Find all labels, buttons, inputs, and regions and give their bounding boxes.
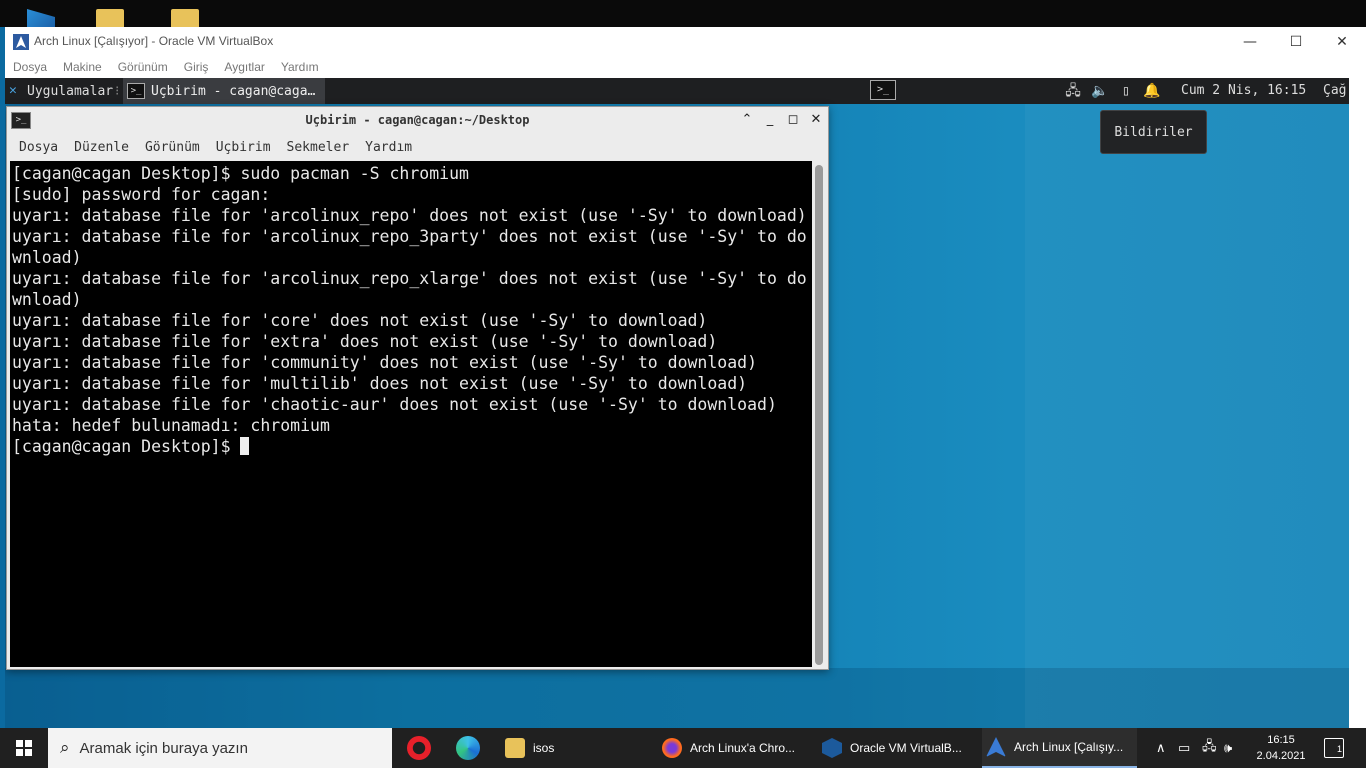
edge-icon[interactable] xyxy=(456,736,480,760)
notifications-tooltip: Bildiriler xyxy=(1100,110,1207,154)
panel-user[interactable]: Çağ xyxy=(1323,83,1346,98)
terminal-close-button[interactable]: ✕ xyxy=(807,111,825,129)
action-center-icon[interactable]: 1 xyxy=(1324,738,1344,758)
close-button[interactable]: ✕ xyxy=(1319,27,1365,57)
terminal-prompt: [cagan@cagan Desktop]$ xyxy=(12,437,241,456)
opera-icon[interactable] xyxy=(407,736,431,760)
vbox-menu-makine[interactable]: Makine xyxy=(55,57,110,78)
network-icon[interactable]: 🖧 xyxy=(1202,728,1220,768)
terminal-title: Uçbirim - cagan@cagan:~/Desktop xyxy=(305,113,530,127)
firefox-icon xyxy=(662,738,682,758)
taskbar-item-label: isos xyxy=(533,741,555,755)
term-menu-duzenle[interactable]: Düzenle xyxy=(66,137,137,159)
volume-icon[interactable]: 🕪 xyxy=(1224,728,1242,768)
windows-logo-icon xyxy=(16,740,32,756)
terminal-cursor xyxy=(240,437,250,455)
terminal-line: uyarı: database file for 'chaotic-aur' d… xyxy=(12,395,777,414)
vbox-titlebar[interactable]: Arch Linux [Çalışıyor] - Oracle VM Virtu… xyxy=(5,27,1366,57)
arch-logo-icon xyxy=(13,34,29,50)
windows-taskbar: ⌕ Aramak için buraya yazın isos Arch Lin… xyxy=(0,728,1366,768)
start-button[interactable] xyxy=(0,728,48,768)
term-menu-sekmeler[interactable]: Sekmeler xyxy=(279,137,358,159)
vbox-scroll-strip xyxy=(1349,78,1361,728)
taskbar-item-isos[interactable]: isos xyxy=(505,728,655,768)
applications-menu-button[interactable]: ✕ Uygulamalar ⁝ xyxy=(5,78,123,104)
shade-button[interactable]: ⌃ xyxy=(738,111,756,129)
terminal-line: uyarı: database file for 'arcolinux_repo… xyxy=(12,227,807,246)
xfce-menu-icon: ✕ xyxy=(9,83,17,98)
minimize-button[interactable]: — xyxy=(1227,27,1273,57)
terminal-maximize-button[interactable]: ◻ xyxy=(784,111,802,129)
search-box[interactable]: ⌕ Aramak için buraya yazın xyxy=(48,728,392,768)
vbox-menubar: Dosya Makine Görünüm Giriş Aygıtlar Yard… xyxy=(5,57,1366,78)
task-label: Uçbirim - cagan@caga… xyxy=(151,83,316,99)
terminal-minimize-button[interactable]: _ xyxy=(761,111,779,129)
notifications-bell-icon[interactable]: 🔔 xyxy=(1143,82,1161,100)
battery-icon[interactable]: ▭ xyxy=(1178,728,1196,768)
volume-muted-icon[interactable]: 🔈 xyxy=(1091,82,1109,100)
taskbar-clock[interactable]: 16:15 2.04.2021 xyxy=(1251,732,1311,764)
vbox-menu-yardim[interactable]: Yardım xyxy=(273,57,327,78)
terminal-output[interactable]: [cagan@cagan Desktop]$ sudo pacman -S ch… xyxy=(10,161,812,667)
host-desktop-strip xyxy=(0,0,1366,29)
vbox-menu-gorunum[interactable]: Görünüm xyxy=(110,57,176,78)
terminal-prompt-line[interactable]: [cagan@cagan Desktop]$ xyxy=(12,436,812,457)
taskbar-item-virtualbox[interactable]: Oracle VM VirtualB... xyxy=(822,728,974,768)
maximize-button[interactable]: ☐ xyxy=(1273,27,1319,57)
terminal-line: [sudo] password for cagan: xyxy=(12,185,271,204)
panel-clock[interactable]: Cum 2 Nis, 16:15 xyxy=(1181,83,1306,98)
virtualbox-icon xyxy=(822,738,842,758)
taskbar-terminal-button[interactable]: >_ Uçbirim - cagan@caga… xyxy=(123,78,325,104)
xfce-top-panel: ✕ Uygulamalar ⁝ >_ Uçbirim - cagan@caga…… xyxy=(5,78,1349,104)
term-menu-gorunum[interactable]: Görünüm xyxy=(137,137,208,159)
terminal-launcher-icon[interactable]: >_ xyxy=(870,80,896,100)
arch-vm-icon xyxy=(986,737,1006,757)
vbox-menu-giris[interactable]: Giriş xyxy=(176,57,217,78)
guest-wallpaper-band xyxy=(5,668,1349,728)
search-icon: ⌕ xyxy=(60,738,70,757)
term-menu-ucbirim[interactable]: Uçbirim xyxy=(208,137,279,159)
applications-label: Uygulamalar xyxy=(27,83,114,99)
folder-icon xyxy=(505,738,525,758)
terminal-line: uyarı: database file for 'core' does not… xyxy=(12,311,708,330)
power-icon[interactable]: ▯ xyxy=(1117,82,1135,100)
vbox-menu-aygitlar[interactable]: Aygıtlar xyxy=(216,57,272,78)
terminal-line: wnload) xyxy=(12,248,82,267)
terminal-line: uyarı: database file for 'extra' does no… xyxy=(12,332,718,351)
terminal-line: hata: hedef bulunamadı: chromium xyxy=(12,416,330,435)
network-icon[interactable]: 🖧 xyxy=(1064,82,1082,100)
taskbar-item-label: Arch Linux'a Chro... xyxy=(690,741,796,755)
show-hidden-icons-button[interactable]: ∧ xyxy=(1156,728,1170,768)
terminal-menubar: Dosya Düzenle Görünüm Uçbirim Sekmeler Y… xyxy=(7,137,828,159)
taskbar-item-label: Oracle VM VirtualB... xyxy=(850,741,962,755)
taskbar-item-arch-vm[interactable]: Arch Linux [Çalışıy... xyxy=(982,728,1137,768)
taskbar-item-label: Arch Linux [Çalışıy... xyxy=(1014,740,1124,754)
term-menu-dosya[interactable]: Dosya xyxy=(11,137,66,159)
terminal-icon: >_ xyxy=(127,83,145,99)
terminal-scrollbar[interactable] xyxy=(815,165,823,665)
vbox-window-title: Arch Linux [Çalışıyor] - Oracle VM Virtu… xyxy=(34,34,274,48)
terminal-window: >_ Uçbirim - cagan@cagan:~/Desktop ⌃ _ ◻… xyxy=(6,106,829,670)
guest-screen[interactable]: ✕ Uygulamalar ⁝ >_ Uçbirim - cagan@caga…… xyxy=(5,78,1349,728)
terminal-line: uyarı: database file for 'arcolinux_repo… xyxy=(12,269,807,288)
terminal-line: uyarı: database file for 'community' doe… xyxy=(12,353,758,372)
desktop-folder-icon[interactable] xyxy=(171,9,199,29)
desktop-folder-icon[interactable] xyxy=(96,9,124,29)
terminal-line: uyarı: database file for 'arcolinux_repo… xyxy=(12,206,807,225)
desktop-shortcut-icon[interactable] xyxy=(27,9,55,29)
terminal-line: wnload) xyxy=(12,290,82,309)
terminal-titlebar[interactable]: >_ Uçbirim - cagan@cagan:~/Desktop ⌃ _ ◻… xyxy=(7,107,828,135)
terminal-line: uyarı: database file for 'multilib' does… xyxy=(12,374,748,393)
taskbar-item-firefox[interactable]: Arch Linux'a Chro... xyxy=(662,728,814,768)
term-menu-yardim[interactable]: Yardım xyxy=(357,137,420,159)
panel-separator: ⁝ xyxy=(115,83,120,99)
terminal-line: [cagan@cagan Desktop]$ sudo pacman -S ch… xyxy=(12,164,469,183)
search-placeholder: Aramak için buraya yazın xyxy=(79,739,248,757)
clock-time: 16:15 xyxy=(1267,734,1295,746)
clock-date: 2.04.2021 xyxy=(1256,750,1306,762)
vbox-menu-dosya[interactable]: Dosya xyxy=(5,57,55,78)
